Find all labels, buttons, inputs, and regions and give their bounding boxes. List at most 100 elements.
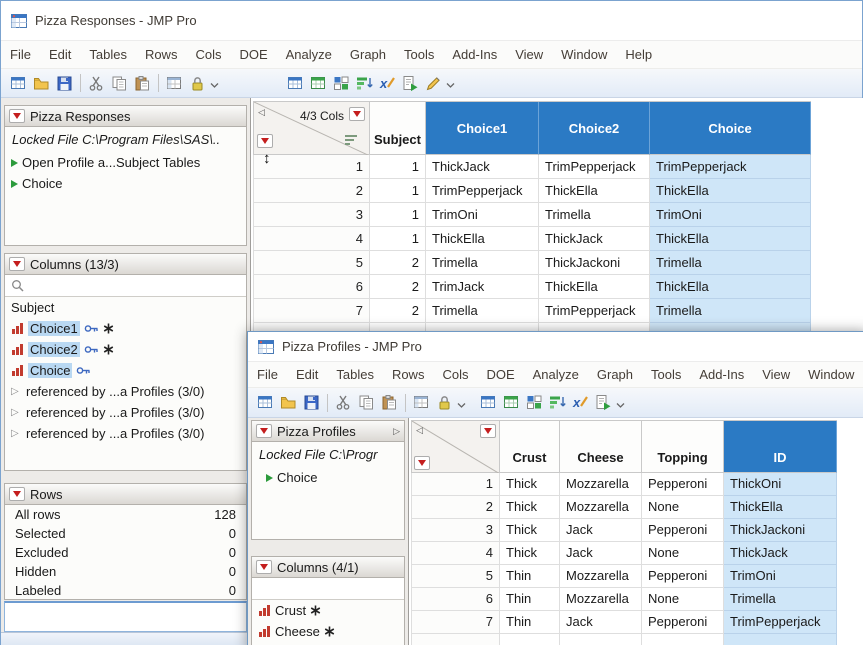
- cell[interactable]: Pepperoni: [642, 611, 724, 634]
- column-header-cheese[interactable]: Cheese: [560, 421, 642, 473]
- cell[interactable]: ThickJackoni: [724, 519, 837, 542]
- cell[interactable]: 2: [370, 275, 426, 299]
- cell[interactable]: Jack: [560, 519, 642, 542]
- menu-cols[interactable]: Cols: [186, 42, 230, 67]
- cell[interactable]: Jack: [560, 611, 642, 634]
- cell[interactable]: Thin: [500, 588, 560, 611]
- menu-tables[interactable]: Tables: [327, 362, 383, 387]
- column-header-choice[interactable]: Choice: [650, 102, 811, 155]
- open-button[interactable]: [277, 391, 300, 414]
- summary-button[interactable]: [307, 72, 330, 95]
- menu-window[interactable]: Window: [552, 42, 616, 67]
- row-number-cell[interactable]: 1: [254, 155, 370, 179]
- cell[interactable]: Mozzarella: [560, 473, 642, 496]
- table-corner[interactable]: ◁ 4/3 Cols: [254, 102, 370, 155]
- row-number-cell[interactable]: 2: [412, 496, 500, 519]
- toolbar-overflow-button[interactable]: [615, 392, 626, 414]
- row-number-cell[interactable]: 2: [254, 179, 370, 203]
- menu-tools[interactable]: Tools: [642, 362, 690, 387]
- row-number-cell[interactable]: 5: [254, 251, 370, 275]
- toolbar-overflow-button[interactable]: [456, 392, 467, 414]
- toolbar-overflow-button[interactable]: [209, 72, 220, 94]
- column-header-choice1[interactable]: Choice1: [426, 102, 539, 155]
- cell[interactable]: ThickElla: [650, 275, 811, 299]
- cell[interactable]: Mozzarella: [560, 496, 642, 519]
- red-triangle-menu-button[interactable]: [9, 109, 25, 123]
- column-item-choice[interactable]: Choice: [5, 360, 246, 381]
- cell[interactable]: Pepperoni: [642, 565, 724, 588]
- row-number-cell[interactable]: 1: [412, 473, 500, 496]
- menu-graph[interactable]: Graph: [588, 362, 642, 387]
- cell[interactable]: ThickElla: [650, 227, 811, 251]
- menu-edit[interactable]: Edit: [287, 362, 327, 387]
- cell[interactable]: ThickJack: [724, 542, 837, 565]
- cell[interactable]: None: [642, 496, 724, 519]
- sort-button[interactable]: [546, 391, 569, 414]
- lock-button[interactable]: [186, 72, 209, 95]
- menu-file[interactable]: File: [1, 42, 40, 67]
- cell[interactable]: Trimella: [539, 203, 650, 227]
- cut-button[interactable]: [332, 391, 355, 414]
- column-header-id[interactable]: ID: [724, 421, 837, 473]
- column-item-cheese[interactable]: Cheese: [252, 621, 404, 642]
- table-script-open-profile[interactable]: Open Profile a...Subject Tables: [5, 152, 246, 173]
- columns-search-input[interactable]: [263, 580, 405, 598]
- cell[interactable]: None: [642, 542, 724, 565]
- paste-button[interactable]: [378, 391, 401, 414]
- row-number-cell[interactable]: [412, 634, 500, 645]
- referenced-tables-item[interactable]: ▷referenced by ...a Profiles (3/0): [5, 381, 246, 402]
- cell[interactable]: TrimOni: [426, 203, 539, 227]
- menu-addins[interactable]: Add-Ins: [443, 42, 506, 67]
- cell[interactable]: ThickOni: [724, 473, 837, 496]
- sort-button[interactable]: [353, 72, 376, 95]
- summary-button[interactable]: [500, 391, 523, 414]
- cell[interactable]: TrimPepperjack: [724, 611, 837, 634]
- cell[interactable]: TrimPepperjack: [539, 155, 650, 179]
- menu-rows[interactable]: Rows: [383, 362, 434, 387]
- formula-button[interactable]: x: [376, 72, 399, 95]
- run-script-button[interactable]: [399, 72, 422, 95]
- column-item-choice2[interactable]: Choice2: [5, 339, 246, 360]
- row-number-cell[interactable]: 4: [254, 227, 370, 251]
- cell[interactable]: 1: [370, 179, 426, 203]
- red-triangle-menu-button[interactable]: [256, 560, 272, 574]
- cell[interactable]: Mozzarella: [560, 565, 642, 588]
- open-button[interactable]: [30, 72, 53, 95]
- columns-search-input[interactable]: [29, 277, 240, 295]
- rows-menu-button[interactable]: [257, 134, 273, 148]
- row-number-cell[interactable]: 4: [412, 542, 500, 565]
- cell[interactable]: TrimPepperjack: [650, 155, 811, 179]
- columns-menu-button[interactable]: [480, 424, 496, 438]
- save-button[interactable]: [53, 72, 76, 95]
- cell[interactable]: TrimPepperjack: [539, 299, 650, 323]
- collapse-panel-icon[interactable]: ◁: [416, 426, 423, 435]
- cell[interactable]: 2: [370, 299, 426, 323]
- cell[interactable]: Thick: [500, 496, 560, 519]
- red-triangle-menu-button[interactable]: [9, 487, 25, 501]
- cell[interactable]: 1: [370, 203, 426, 227]
- cell[interactable]: 1: [370, 227, 426, 251]
- menu-file[interactable]: File: [248, 362, 287, 387]
- cell[interactable]: TrimOni: [724, 565, 837, 588]
- menu-help[interactable]: Help: [616, 42, 661, 67]
- cell[interactable]: Jack: [560, 542, 642, 565]
- cell[interactable]: Trimella: [650, 251, 811, 275]
- cell[interactable]: ThickElla: [539, 179, 650, 203]
- column-item-subject[interactable]: Subject: [5, 297, 246, 318]
- referenced-tables-item[interactable]: ▷referenced by ...a Profiles (3/0): [5, 402, 246, 423]
- cell[interactable]: 2: [370, 251, 426, 275]
- cell[interactable]: 1: [370, 155, 426, 179]
- tables-grid-button[interactable]: [410, 391, 433, 414]
- menu-analyze[interactable]: Analyze: [524, 362, 588, 387]
- table-script-choice[interactable]: Choice: [252, 467, 404, 488]
- red-triangle-menu-button[interactable]: [9, 257, 25, 271]
- columns-menu-button[interactable]: [349, 107, 365, 121]
- cell[interactable]: [560, 634, 642, 645]
- rows-menu-button[interactable]: [414, 456, 430, 470]
- row-number-cell[interactable]: 6: [254, 275, 370, 299]
- cell[interactable]: TrimJack: [426, 275, 539, 299]
- menu-cols[interactable]: Cols: [433, 362, 477, 387]
- row-number-cell[interactable]: 3: [412, 519, 500, 542]
- data-table-button[interactable]: [284, 72, 307, 95]
- data-table-button[interactable]: [477, 391, 500, 414]
